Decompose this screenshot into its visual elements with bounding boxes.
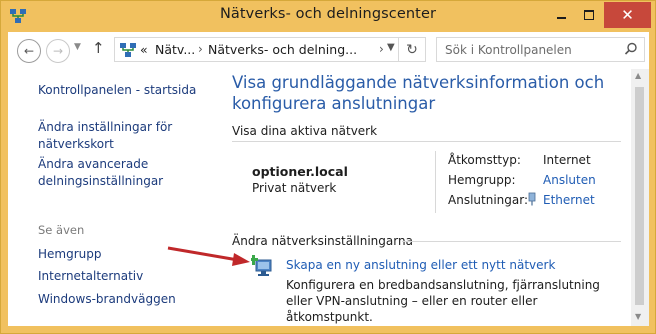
breadcrumb-overflow[interactable]: « — [140, 42, 148, 57]
arrow-left-icon: ← — [23, 44, 35, 58]
chevron-right-icon[interactable]: › — [379, 42, 384, 56]
breadcrumb-item-sharing-center[interactable]: Nätverks- och delning... — [208, 42, 357, 57]
sidebar-item-windows-firewall[interactable]: Windows-brandväggen — [38, 291, 176, 308]
network-type: Privat nätverk — [252, 181, 337, 195]
new-connection-icon[interactable] — [251, 254, 277, 278]
network-center-icon — [120, 43, 136, 57]
title-bar[interactable]: Nätverks- och delningscenter ✕ — [1, 1, 655, 32]
maximize-button[interactable] — [575, 2, 603, 28]
chevron-right-icon[interactable]: › — [198, 42, 203, 56]
access-type-label: Åtkomsttyp: — [448, 153, 521, 167]
forward-button[interactable]: → — [46, 39, 70, 63]
sidebar-item-adapter-settings[interactable]: Ändra inställningar för nätverkskort — [38, 119, 172, 153]
access-type-value: Internet — [543, 153, 591, 167]
vertical-scrollbar[interactable]: ▲ ▼ — [631, 69, 649, 326]
scroll-up-icon[interactable]: ▲ — [635, 71, 641, 80]
search-box[interactable] — [436, 37, 645, 62]
back-button[interactable]: ← — [17, 39, 41, 63]
change-settings-label: Ändra nätverksinställningarna — [232, 234, 413, 248]
new-connection-description: Konfigurera en bredbandsanslutning, fjär… — [286, 278, 600, 324]
homegroup-link[interactable]: Ansluten — [543, 173, 596, 187]
close-icon: ✕ — [621, 5, 634, 24]
active-networks-label: Visa dina aktiva nätverk — [232, 124, 378, 138]
sidebar-item-internet-options[interactable]: Internetalternativ — [38, 268, 143, 285]
close-button[interactable]: ✕ — [604, 2, 651, 28]
refresh-button[interactable]: ↻ — [398, 37, 426, 62]
page-title: Visa grundläggande nätverksinformation o… — [232, 73, 605, 113]
chevron-down-icon[interactable]: ▼ — [387, 42, 395, 53]
minimize-button[interactable] — [547, 2, 575, 28]
annotation-arrow-icon — [167, 246, 250, 266]
arrow-right-icon: → — [52, 44, 64, 58]
sidebar-item-advanced-sharing[interactable]: Ändra avancerade delningsinställningar — [38, 156, 163, 190]
address-bar: ← → ▼ ↑ « Nätv... › Nätverks- och delnin… — [8, 32, 649, 69]
window-frame: Nätverks- och delningscenter ✕ ← → ▼ ↑ «… — [0, 0, 656, 334]
sidebar-item-homegroup[interactable]: Hemgrupp — [38, 246, 102, 263]
search-icon[interactable] — [624, 42, 638, 56]
homegroup-label: Hemgrupp: — [448, 173, 516, 187]
network-name: optioner.local — [252, 164, 348, 179]
new-connection-link[interactable]: Skapa en ny anslutning eller ett nytt nä… — [286, 258, 555, 272]
connections-label: Anslutningar: — [448, 193, 528, 207]
see-also-heading: Se även — [38, 223, 85, 237]
section-divider — [402, 241, 621, 242]
scrollbar-thumb[interactable] — [635, 87, 644, 305]
ethernet-link[interactable]: Ethernet — [543, 193, 595, 207]
breadcrumb[interactable]: « Nätv... › Nätverks- och delning... › ▼ — [114, 37, 426, 62]
recent-locations-chevron-icon[interactable]: ▼ — [74, 42, 81, 52]
search-input[interactable] — [443, 40, 617, 60]
ethernet-icon — [528, 192, 536, 206]
content-area: Kontrollpanelen - startsida Ändra instäl… — [8, 69, 649, 326]
up-arrow-icon[interactable]: ↑ — [92, 39, 105, 57]
section-divider — [232, 141, 621, 142]
scroll-down-icon[interactable]: ▼ — [635, 312, 641, 321]
sidebar-item-control-panel-home[interactable]: Kontrollpanelen - startsida — [38, 82, 196, 99]
vertical-divider — [435, 151, 436, 213]
refresh-icon: ↻ — [406, 41, 418, 58]
breadcrumb-item-network[interactable]: Nätv... — [155, 42, 195, 57]
